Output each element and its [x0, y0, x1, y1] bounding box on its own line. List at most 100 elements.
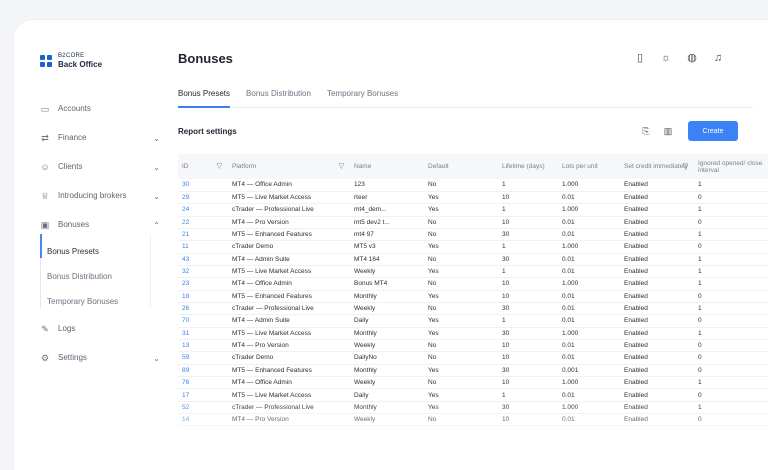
sidebar-item-label: Settings: [58, 353, 87, 362]
table-row[interactable]: 11 cTrader Demo MT5 v3 Yes 1 1.000 Enabled 0: [178, 241, 768, 254]
sidebar-item-accounts[interactable]: ▭ Accounts: [40, 94, 162, 123]
tab-bonus-presets[interactable]: Bonus Presets: [178, 88, 231, 108]
cell-id[interactable]: 30: [178, 179, 228, 191]
cell-id[interactable]: 22: [178, 216, 228, 228]
cell-id[interactable]: 76: [178, 377, 228, 389]
cell-lots: 0.001: [562, 366, 579, 374]
cell-id[interactable]: 21: [178, 228, 228, 240]
column-header-lifetime[interactable]: Lifetime (days): [498, 154, 558, 179]
table-row[interactable]: 32 MT5 — Live Market Access Weekly Yes 1 0.01…: [178, 265, 768, 278]
cell-id[interactable]: 32: [178, 265, 228, 277]
filter-icon[interactable]: ▽: [339, 163, 344, 170]
cell-platform: MT5 — Live Market Access: [232, 268, 312, 276]
cell-lots: 1.000: [562, 181, 579, 189]
document-icon[interactable]: ▯: [634, 52, 646, 64]
table-row[interactable]: 52 cTrader — Professional Live Monthly Yes 3…: [178, 401, 768, 414]
cell-default: Yes: [428, 317, 439, 325]
cell-id[interactable]: 17: [178, 389, 228, 401]
bell-icon[interactable]: ♫: [712, 52, 724, 64]
cell-lots: 1.000: [562, 280, 579, 288]
filter-icon[interactable]: ▽: [683, 163, 688, 170]
columns-icon[interactable]: ▥: [663, 126, 673, 136]
logo-mark-icon: [40, 54, 52, 67]
cell-platform: MT5 — Enhanced Features: [232, 231, 312, 239]
sidebar-subitem-bonus-distribution[interactable]: Bonus Distribution: [40, 264, 162, 289]
cell-id[interactable]: 29: [178, 191, 228, 203]
sidebar-item-bonuses[interactable]: ▣ Bonuses ⌃: [40, 210, 162, 239]
cell-set-credit: Enabled: [624, 354, 648, 362]
cell-lifetime: 10: [502, 194, 510, 202]
cell-set-credit: Enabled: [624, 255, 648, 263]
table-row[interactable]: 14 MT4 — Pro Version Weekly No 10 0.01 Enabled…: [178, 414, 768, 426]
cell-platform: MT4 — Admin Suite: [232, 255, 290, 263]
tab-bonus-distribution[interactable]: Bonus Distribution: [246, 88, 311, 108]
table-row[interactable]: 89 MT5 — Enhanced Features Monthly Yes 30 0.0…: [178, 364, 768, 377]
bonus-presets-table: ID ▽ Platform ▽ Name Default Lifetime (day…: [178, 154, 768, 454]
table-row[interactable]: 59 cTrader Demo DailyNo No 10 0.01 Enabled 0: [178, 352, 768, 365]
cell-id[interactable]: 18: [178, 290, 228, 302]
cell-lots: 0.01: [562, 218, 575, 226]
table-row[interactable]: 76 MT4 — Office Admin Weekly No 10 1.000 Enabl…: [178, 377, 768, 389]
sidebar-item-settings[interactable]: ⚙ Settings ⌄: [40, 343, 162, 372]
sidebar-nav: ▭ Accounts ⇄ Finance ⌄ ☺ Clients ⌄ ♕ Int…: [40, 94, 162, 372]
table-row[interactable]: 30 MT4 — Office Admin 123 No 1 1.000 Enabled 1: [178, 179, 768, 192]
sidebar-item-introducing-brokers[interactable]: ♕ Introducing brokers ⌄: [40, 181, 162, 210]
cell-id[interactable]: 13: [178, 339, 228, 351]
cell-id[interactable]: 43: [178, 253, 228, 265]
table-row[interactable]: 21 MT5 — Enhanced Features mt4 97 No 30 0.01 E…: [178, 228, 768, 241]
create-button[interactable]: Create: [688, 121, 738, 141]
column-header-default[interactable]: Default: [424, 154, 498, 179]
cell-id[interactable]: 24: [178, 204, 228, 216]
sidebar-item-logs[interactable]: ✎ Logs: [40, 314, 162, 343]
cell-id[interactable]: 89: [178, 364, 228, 376]
wallet-icon: ▭: [40, 103, 50, 114]
filter-icon[interactable]: ▽: [217, 163, 222, 170]
column-header-name[interactable]: Name: [350, 154, 424, 179]
app-window: B2CORE Back Office ▭ Accounts ⇄ Finance …: [14, 20, 768, 470]
export-icon[interactable]: ⎘: [641, 126, 651, 136]
table-row[interactable]: 24 cTrader — Professional Live mt4_dem... Y…: [178, 204, 768, 217]
table-row[interactable]: 31 MT5 — Live Market Access Monthly Yes 30 1.…: [178, 327, 768, 340]
sidebar-subitem-temporary-bonuses[interactable]: Temporary Bonuses: [40, 289, 162, 314]
sun-icon[interactable]: ☼: [660, 52, 672, 64]
sidebar-item-clients[interactable]: ☺ Clients ⌄: [40, 152, 162, 181]
cell-lifetime: 10: [502, 416, 510, 424]
table-row[interactable]: 70 MT4 — Admin Suite Daily Yes 1 0.01 Enabled 0: [178, 315, 768, 328]
globe-icon[interactable]: ◍: [686, 52, 698, 64]
cell-id[interactable]: 23: [178, 278, 228, 290]
column-header-set-credit[interactable]: Set credit immediately ▽: [620, 154, 694, 179]
cell-id[interactable]: 59: [178, 352, 228, 364]
cell-id[interactable]: 70: [178, 315, 228, 327]
cell-lots: 0.01: [562, 292, 575, 300]
table-row[interactable]: 22 MT4 — Pro Version mt5 dev2 t... No 10 0.01…: [178, 216, 768, 229]
cell-id[interactable]: 26: [178, 302, 228, 314]
cell-platform: MT5 — Enhanced Features: [232, 366, 312, 374]
table-row[interactable]: 43 MT4 — Admin Suite MT4 164 No 30 0.01 Enable…: [178, 253, 768, 266]
cell-default: No: [428, 255, 437, 263]
sidebar-item-finance[interactable]: ⇄ Finance ⌄: [40, 123, 162, 152]
tab-temporary-bonuses[interactable]: Temporary Bonuses: [327, 88, 398, 108]
column-header-id[interactable]: ID ▽: [178, 154, 228, 179]
cell-ignored-interval: 1: [698, 379, 702, 387]
gear-icon: ⚙: [40, 352, 50, 363]
logo[interactable]: B2CORE Back Office: [40, 52, 102, 69]
cell-lifetime: 30: [502, 403, 510, 411]
cell-id[interactable]: 14: [178, 414, 228, 426]
table-row[interactable]: 26 cTrader — Professional Live Weekly No 30 0…: [178, 302, 768, 315]
table-row[interactable]: 29 MT5 — Live Market Access rteer Yes 10 0.01…: [178, 191, 768, 204]
cell-ignored-interval: 0: [698, 354, 702, 362]
sidebar-subitem-bonus-presets[interactable]: Bonus Presets: [40, 239, 162, 264]
column-header-lots[interactable]: Lots per unit: [558, 154, 620, 179]
table-row[interactable]: 18 MT5 — Enhanced Features Monthly Yes 10 0.0…: [178, 290, 768, 303]
table-row[interactable]: 13 MT4 — Pro Version Weekly No 10 0.01 Enabled…: [178, 339, 768, 352]
submenu-active-indicator: [40, 234, 42, 258]
cell-set-credit: Enabled: [624, 317, 648, 325]
cell-id[interactable]: 52: [178, 401, 228, 413]
cell-id[interactable]: 31: [178, 327, 228, 339]
cell-ignored-interval: 1: [698, 305, 702, 313]
table-row[interactable]: 17 MT5 — Live Market Access Daily Yes 1 0.01 E…: [178, 389, 768, 402]
table-row[interactable]: 23 MT4 — Office Admin Bonus MT4 No 10 1.000 En…: [178, 278, 768, 291]
cell-id[interactable]: 11: [178, 241, 228, 253]
column-header-ignored-interval[interactable]: Ignored opened/ close interval: [694, 154, 768, 179]
column-header-platform[interactable]: Platform ▽: [228, 154, 350, 179]
